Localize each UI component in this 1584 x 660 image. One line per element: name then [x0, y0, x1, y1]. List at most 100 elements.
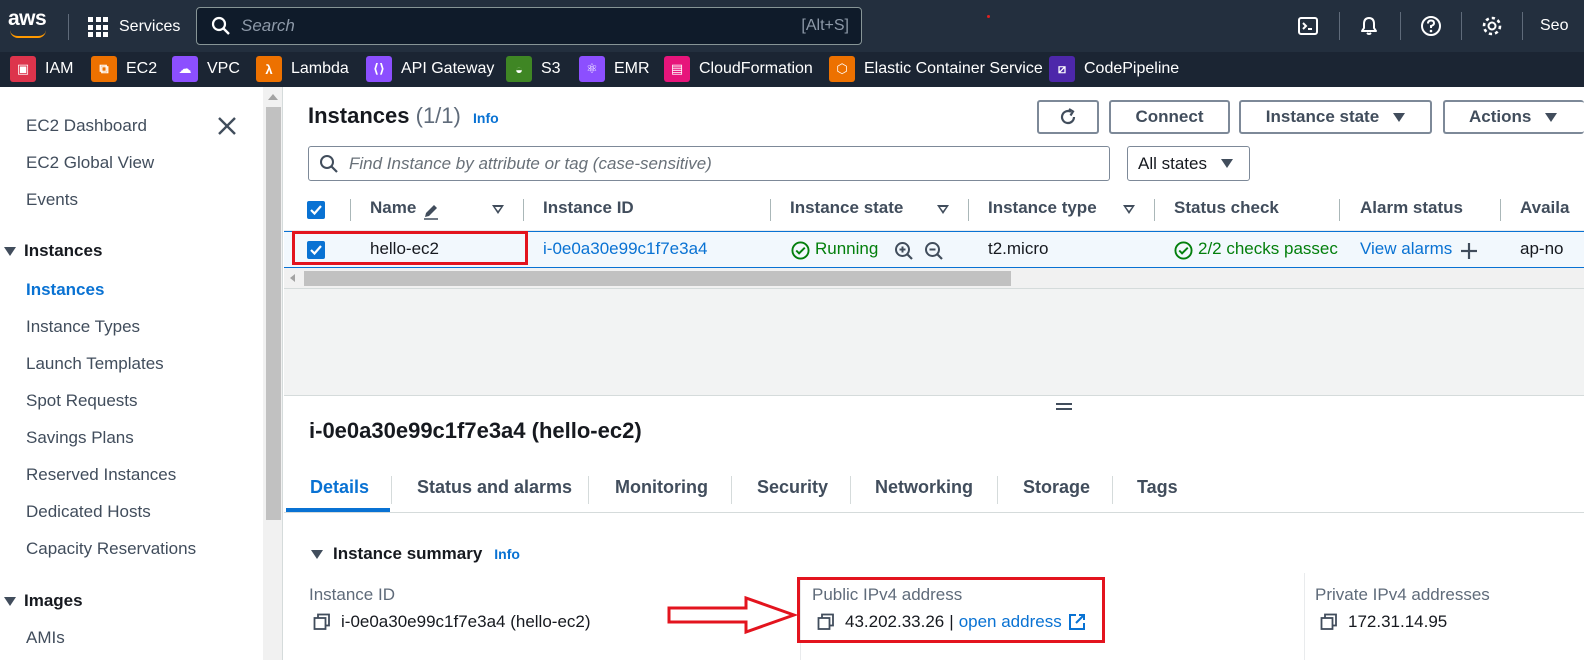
- resize-handle-icon[interactable]: [1056, 403, 1072, 413]
- sidebar-section-instances[interactable]: Instances: [4, 241, 102, 261]
- favorite-label: EMR: [614, 60, 650, 77]
- sort-icon[interactable]: [937, 205, 949, 214]
- sidebar-item-dedicated-hosts[interactable]: Dedicated Hosts: [26, 502, 151, 522]
- page-title-text: Instances: [308, 103, 410, 128]
- favorite-codepipeline[interactable]: ⧄ CodePipeline: [1049, 56, 1180, 82]
- instance-id-link[interactable]: i-0e0a30e99c1f7e3a4: [543, 239, 707, 259]
- highlight-box-instance-name: [292, 231, 528, 265]
- favorite-iam[interactable]: ▣ IAM: [10, 56, 73, 82]
- sidebar-item-instance-types[interactable]: Instance Types: [26, 317, 140, 337]
- column-header-instance-id[interactable]: Instance ID: [543, 198, 634, 218]
- zoom-in-icon[interactable]: [894, 241, 914, 261]
- favorite-label: CodePipeline: [1084, 60, 1180, 77]
- services-menu-button[interactable]: Services: [88, 14, 180, 40]
- horizontal-scroll-thumb[interactable]: [304, 271, 1011, 286]
- cloudshell-icon[interactable]: [1297, 15, 1319, 37]
- column-header-status-check[interactable]: Status check: [1174, 198, 1279, 218]
- sidebar-item-instances[interactable]: Instances: [26, 280, 104, 300]
- favorite-label: VPC: [207, 60, 240, 77]
- cloudformation-icon: ▤: [664, 56, 690, 82]
- favorite-s3[interactable]: ◒ S3: [506, 56, 561, 82]
- favorite-ec2[interactable]: ⧉ EC2: [91, 56, 158, 82]
- services-grid-icon: [88, 17, 108, 37]
- private-ipv4-label: Private IPv4 addresses: [1315, 585, 1490, 604]
- column-divider: [1500, 199, 1501, 221]
- sidebar-section-label: Instances: [24, 241, 103, 260]
- sidebar-item-ec2-dashboard[interactable]: EC2 Dashboard: [26, 116, 147, 136]
- tab-security[interactable]: Security: [757, 477, 828, 498]
- actions-dropdown[interactable]: Actions: [1443, 100, 1584, 134]
- column-header-availability-zone[interactable]: Availa: [1520, 198, 1569, 218]
- sidebar-scroll-thumb[interactable]: [266, 107, 281, 520]
- global-search-input[interactable]: Search [Alt+S]: [196, 7, 862, 45]
- column-header-instance-state[interactable]: Instance state: [790, 198, 903, 218]
- tab-status-and-alarms[interactable]: Status and alarms: [417, 477, 572, 498]
- tab-details[interactable]: Details: [310, 477, 369, 498]
- sidebar-item-spot-requests[interactable]: Spot Requests: [26, 391, 138, 411]
- gear-icon[interactable]: [1481, 15, 1503, 37]
- help-icon[interactable]: [1420, 15, 1442, 37]
- refresh-button[interactable]: [1037, 100, 1099, 134]
- instance-filter-input[interactable]: Find Instance by attribute or tag (case-…: [308, 146, 1110, 181]
- favorite-api-gateway[interactable]: ⟨⟩ API Gateway: [366, 56, 494, 82]
- tab-divider: [850, 476, 851, 504]
- favorites-bar: ▣ IAM ⧉ EC2 ☁ VPC λ Lambda ⟨⟩ API Gatewa…: [0, 52, 1584, 87]
- bell-icon[interactable]: [1358, 15, 1380, 37]
- zoom-out-icon[interactable]: [924, 241, 944, 261]
- sort-icon[interactable]: [1123, 205, 1135, 214]
- aws-logo-text: aws: [8, 7, 47, 30]
- checks-passed-icon: [1174, 241, 1193, 260]
- sidebar-item-events[interactable]: Events: [26, 190, 78, 210]
- favorite-ecs[interactable]: ⬡ Elastic Container Service: [829, 56, 1043, 82]
- info-link[interactable]: Info: [473, 110, 499, 126]
- sidebar-item-ec2-global-view[interactable]: EC2 Global View: [26, 153, 154, 173]
- copy-icon[interactable]: [313, 613, 331, 631]
- tab-networking[interactable]: Networking: [875, 477, 973, 498]
- summary-label: Instance summary: [333, 544, 483, 563]
- tab-tags[interactable]: Tags: [1137, 477, 1178, 498]
- close-icon[interactable]: [216, 115, 238, 137]
- main-content: Instances (1/1) Info Connect Instance st…: [284, 87, 1584, 660]
- tab-storage[interactable]: Storage: [1023, 477, 1090, 498]
- scroll-left-arrow-icon[interactable]: [290, 274, 295, 282]
- column-header-alarm-status[interactable]: Alarm status: [1360, 198, 1463, 218]
- iam-icon: ▣: [10, 56, 36, 82]
- active-tab-indicator: [286, 508, 390, 512]
- sidebar-item-amis[interactable]: AMIs: [26, 628, 65, 648]
- favorite-label: Lambda: [291, 60, 349, 77]
- column-header-instance-type[interactable]: Instance type: [988, 198, 1097, 218]
- favorite-label: S3: [541, 60, 561, 77]
- favorite-emr[interactable]: ⚛ EMR: [579, 56, 650, 82]
- favorite-label: EC2: [126, 60, 158, 77]
- select-all-checkbox[interactable]: [307, 201, 325, 219]
- add-alarm-icon[interactable]: [1460, 242, 1478, 260]
- favorite-cloudformation[interactable]: ▤ CloudFormation: [664, 56, 813, 82]
- favorite-vpc[interactable]: ☁ VPC: [172, 56, 240, 82]
- details-title: i-0e0a30e99c1f7e3a4 (hello-ec2): [309, 418, 642, 443]
- copy-icon[interactable]: [1320, 613, 1338, 631]
- sort-icon[interactable]: [492, 205, 504, 214]
- sidebar-section-images[interactable]: Images: [4, 591, 83, 611]
- instance-state-dropdown[interactable]: Instance state: [1239, 100, 1432, 134]
- sidebar-scrollbar[interactable]: [263, 87, 283, 660]
- emr-icon: ⚛: [579, 56, 605, 82]
- instance-state-label: Instance state: [1265, 107, 1380, 126]
- sidebar-item-launch-templates[interactable]: Launch Templates: [26, 354, 164, 374]
- sidebar-item-reserved-instances[interactable]: Reserved Instances: [26, 465, 176, 485]
- view-alarms-link[interactable]: View alarms: [1360, 239, 1452, 259]
- favorite-lambda[interactable]: λ Lambda: [256, 56, 349, 82]
- table-horizontal-scrollbar[interactable]: [284, 268, 1584, 289]
- sidebar-item-savings-plans[interactable]: Savings Plans: [26, 428, 134, 448]
- column-header-name[interactable]: Name: [370, 198, 416, 218]
- connect-button[interactable]: Connect: [1109, 100, 1230, 134]
- tab-monitoring[interactable]: Monitoring: [615, 477, 708, 498]
- instance-summary-header[interactable]: Instance summary Info: [311, 544, 520, 564]
- account-menu[interactable]: Seo: [1540, 17, 1568, 35]
- aws-logo[interactable]: aws: [8, 7, 52, 40]
- scroll-up-arrow-icon[interactable]: [268, 94, 278, 100]
- sidebar-item-capacity-reservations[interactable]: Capacity Reservations: [26, 539, 196, 559]
- info-link[interactable]: Info: [494, 546, 520, 562]
- ecs-icon: ⬡: [829, 56, 855, 82]
- states-filter-dropdown[interactable]: All states: [1127, 146, 1250, 181]
- private-ipv4-value: 172.31.14.95: [1320, 612, 1447, 632]
